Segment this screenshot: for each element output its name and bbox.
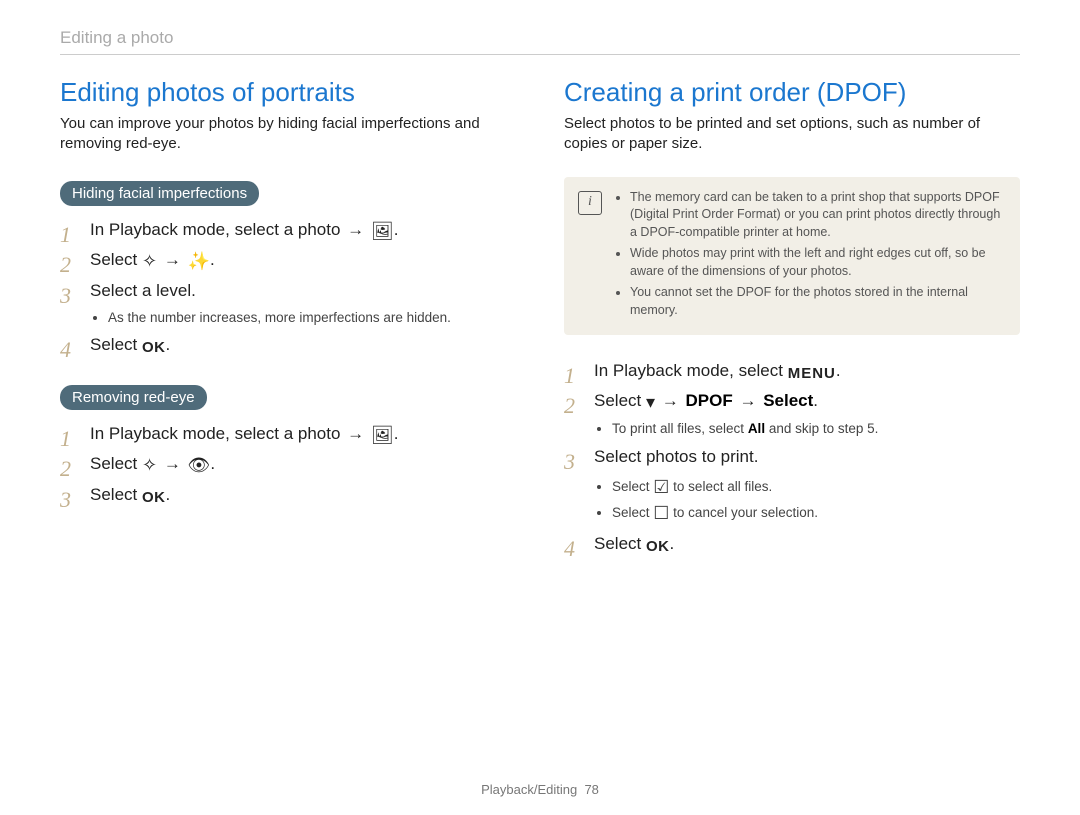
sub-list: To print all files, select All and skip …	[594, 419, 1020, 439]
arrow-icon: →	[660, 391, 681, 410]
step-text: Select	[90, 454, 142, 473]
step: Select photos to print. Select ☑ to sele…	[564, 443, 1020, 526]
sub-item: Select ☐ to cancel your selection.	[612, 500, 1020, 526]
step: Select OK.	[60, 331, 516, 361]
steps-redeye: In Playback mode, select a photo → 🖼. Se…	[60, 420, 516, 511]
ok-icon: OK	[142, 335, 166, 361]
face-retouch-icon: ✧	[142, 246, 157, 277]
select-label: Select	[763, 391, 813, 410]
step-text: Select	[594, 534, 646, 553]
info-icon: i	[578, 191, 602, 215]
sub-text: To print all files, select	[612, 421, 748, 436]
step: Select ▾ → DPOF → Select. To print all f…	[564, 387, 1020, 439]
step: Select a level. As the number increases,…	[60, 277, 516, 327]
pill-hiding-facial-imperfections: Hiding facial imperfections	[60, 181, 259, 206]
sub-list: Select ☑ to select all files. Select ☐ t…	[594, 474, 1020, 526]
edit-photo-icon: 🖼	[371, 420, 394, 451]
manual-page: Editing a photo Editing photos of portra…	[0, 0, 1080, 815]
sub-text: and skip to step 5.	[765, 421, 878, 436]
step-text: In Playback mode, select a photo	[90, 220, 345, 239]
steps-dpof: In Playback mode, select MENU. Select ▾ …	[564, 357, 1020, 559]
pill-removing-red-eye: Removing red-eye	[60, 385, 207, 410]
edit-photo-icon: 🖼	[371, 216, 394, 247]
arrow-icon: →	[737, 391, 758, 410]
arrow-icon: →	[345, 220, 366, 239]
step: Select ✧ → ✨.	[60, 246, 516, 277]
right-intro: Select photos to be printed and set opti…	[564, 114, 1020, 155]
step-text: Select	[90, 335, 142, 354]
left-title: Editing photos of portraits	[60, 77, 516, 108]
note-list: The memory card can be taken to a print …	[614, 189, 1006, 320]
select-all-icon: ☑	[653, 474, 669, 500]
steps-hiding: In Playback mode, select a photo → 🖼. Se…	[60, 216, 516, 361]
step: Select OK.	[60, 481, 516, 511]
arrow-icon: →	[162, 454, 183, 473]
sub-text: to select all files.	[669, 479, 772, 494]
red-eye-icon: 👁	[188, 450, 211, 481]
step-text: Select	[90, 250, 142, 269]
step: In Playback mode, select a photo → 🖼.	[60, 216, 516, 247]
step-text: Select	[90, 485, 142, 504]
breadcrumb: Editing a photo	[60, 28, 1020, 55]
beauty-icon: ✨	[188, 246, 210, 277]
left-intro: You can improve your photos by hiding fa…	[60, 114, 516, 155]
right-title: Creating a print order (DPOF)	[564, 77, 1020, 108]
step: In Playback mode, select MENU.	[564, 357, 1020, 387]
left-column: Editing photos of portraits You can impr…	[60, 77, 516, 579]
all-label: All	[748, 421, 765, 436]
menu-icon: MENU	[788, 361, 836, 387]
ok-icon: OK	[646, 534, 670, 560]
step-text: Select	[594, 391, 646, 410]
note-item: You cannot set the DPOF for the photos s…	[630, 284, 1006, 319]
sub-item: Select ☑ to select all files.	[612, 474, 1020, 500]
content-columns: Editing photos of portraits You can impr…	[60, 77, 1020, 579]
note-item: Wide photos may print with the left and …	[630, 245, 1006, 280]
sub-item: As the number increases, more imperfecti…	[108, 308, 516, 328]
sub-text: to cancel your selection.	[669, 505, 818, 520]
footer-section: Playback/Editing	[481, 782, 577, 797]
deselect-icon: ☐	[653, 500, 669, 526]
step-text: In Playback mode, select	[594, 361, 788, 380]
note-item: The memory card can be taken to a print …	[630, 189, 1006, 242]
right-column: Creating a print order (DPOF) Select pho…	[564, 77, 1020, 579]
chevron-down-icon: ▾	[646, 387, 655, 418]
step-text: In Playback mode, select a photo	[90, 424, 345, 443]
sub-item: To print all files, select All and skip …	[612, 419, 1020, 439]
arrow-icon: →	[345, 424, 366, 443]
step: Select OK.	[564, 530, 1020, 560]
arrow-icon: →	[162, 250, 183, 269]
footer-page-number: 78	[584, 782, 598, 797]
step: In Playback mode, select a photo → 🖼.	[60, 420, 516, 451]
page-footer: Playback/Editing 78	[0, 782, 1080, 797]
sub-list: As the number increases, more imperfecti…	[90, 308, 516, 328]
sub-text: Select	[612, 505, 653, 520]
step: Select ✧ → 👁.	[60, 450, 516, 481]
ok-icon: OK	[142, 485, 166, 511]
face-retouch-icon: ✧	[142, 450, 157, 481]
dpof-label: DPOF	[686, 391, 733, 410]
step-text: Select photos to print.	[594, 447, 758, 466]
note-box: i The memory card can be taken to a prin…	[564, 177, 1020, 336]
sub-text: Select	[612, 479, 653, 494]
step-text: Select a level.	[90, 281, 196, 300]
